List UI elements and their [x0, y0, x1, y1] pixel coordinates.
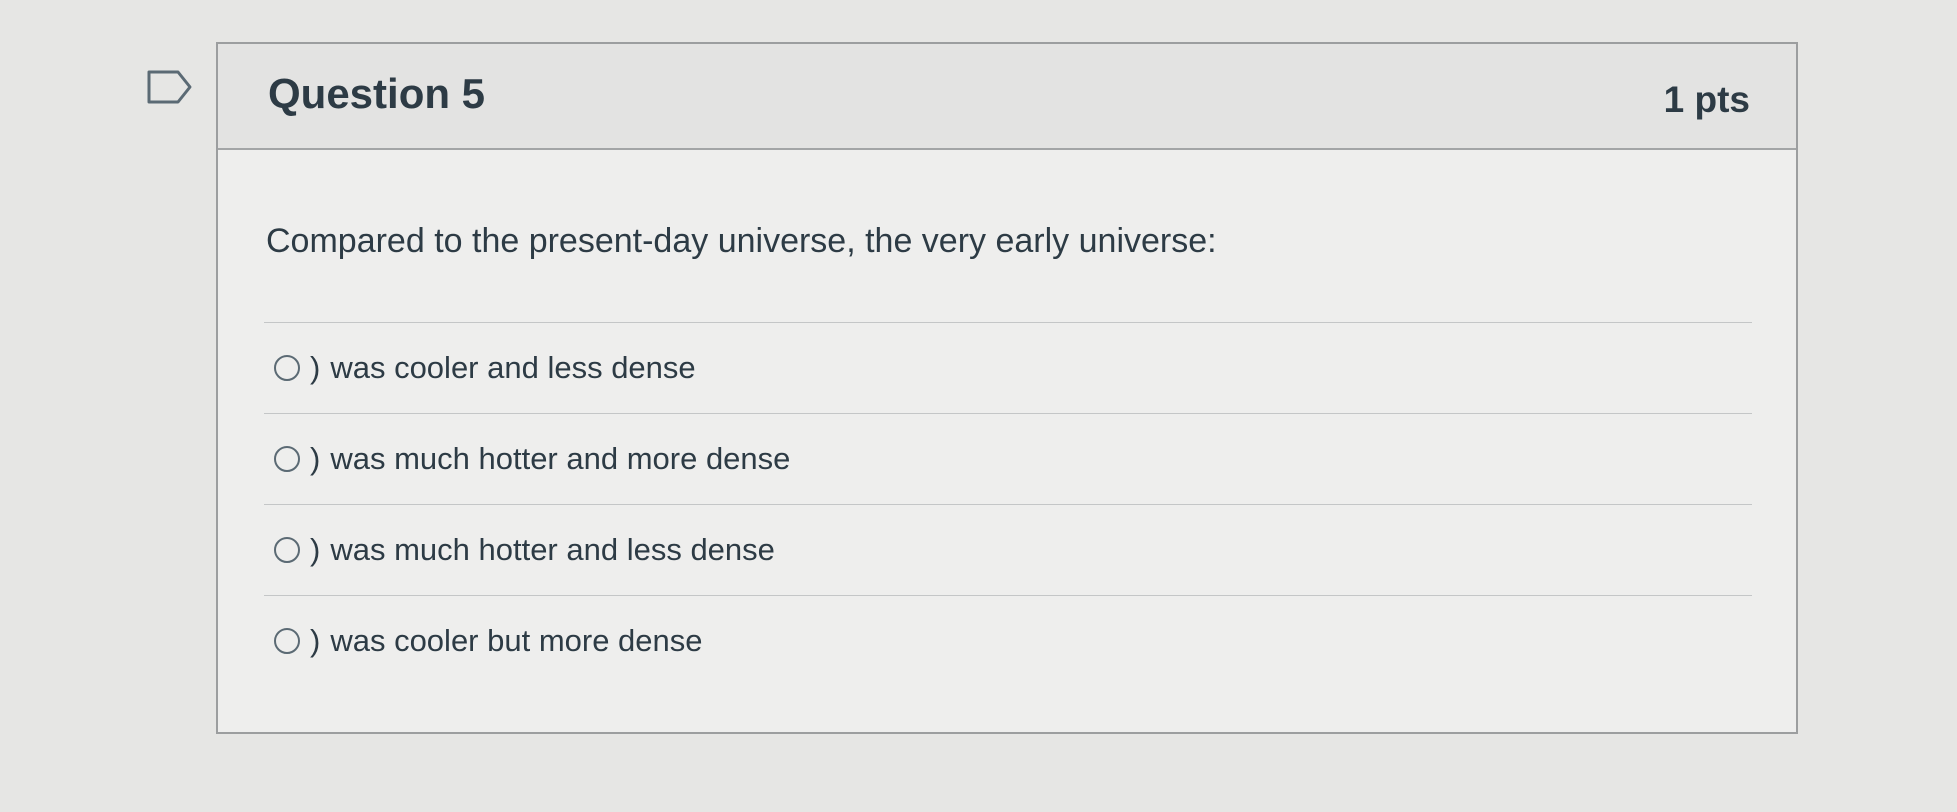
answer-option-2[interactable]: ) was much hotter and more dense [264, 414, 1752, 504]
answer-marker: ) [310, 441, 321, 476]
flag-question-icon[interactable] [146, 69, 194, 105]
answer-list: ) was cooler and less dense ) was much h… [264, 322, 1752, 686]
answer-label[interactable]: was much hotter and less dense [330, 532, 775, 568]
answer-marker: ) [310, 350, 321, 385]
question-title: Question 5 [268, 70, 486, 117]
question-header: Question 5 1 pts [218, 44, 1796, 150]
answer-option-1[interactable]: ) was cooler and less dense [264, 323, 1752, 413]
answer-label[interactable]: was much hotter and more dense [330, 441, 790, 477]
question-card: Question 5 1 pts Compared to the present… [216, 42, 1798, 734]
radio-button-icon[interactable] [274, 355, 300, 381]
answer-label[interactable]: was cooler and less dense [330, 350, 695, 386]
answer-label[interactable]: was cooler but more dense [330, 623, 702, 659]
question-text: Compared to the present-day universe, th… [266, 222, 1217, 260]
answer-marker: ) [310, 623, 321, 658]
radio-button-icon[interactable] [274, 628, 300, 654]
answer-option-4[interactable]: ) was cooler but more dense [264, 596, 1752, 686]
question-points: 1 pts [1663, 79, 1750, 120]
radio-button-icon[interactable] [274, 537, 300, 563]
answer-option-3[interactable]: ) was much hotter and less dense [264, 505, 1752, 595]
radio-button-icon[interactable] [274, 446, 300, 472]
answer-marker: ) [310, 532, 321, 567]
